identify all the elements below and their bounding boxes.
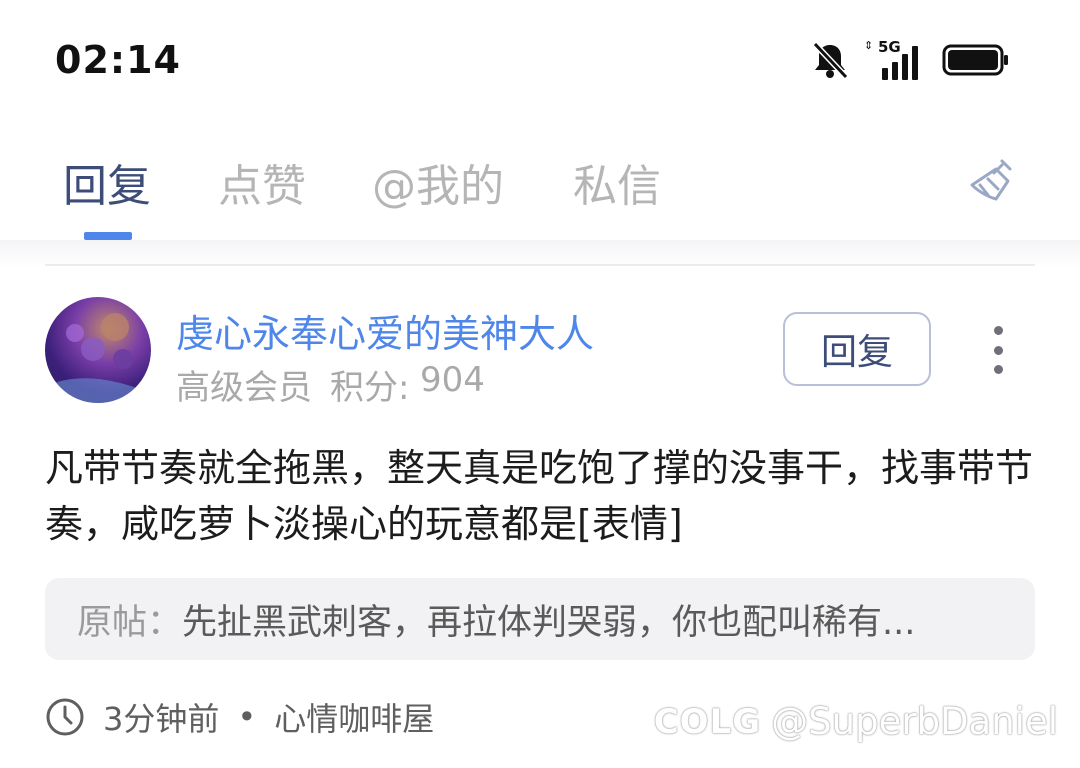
tab-likes[interactable]: 点赞 bbox=[218, 150, 306, 214]
forum-name[interactable]: 心情咖啡屋 bbox=[274, 694, 434, 740]
original-post-quote[interactable]: 原帖： 先扯黑武刺客，再拉体判哭弱，你也配叫稀有... bbox=[45, 578, 1035, 660]
separator-dot: • bbox=[237, 698, 257, 736]
status-bar: 02:14 ⇕ 5G bbox=[0, 0, 1080, 120]
quote-text: 先扯黑武刺客，再拉体判哭弱，你也配叫稀有... bbox=[182, 602, 916, 643]
tab-messages[interactable]: 私信 bbox=[573, 150, 661, 214]
quote-label: 原帖： bbox=[77, 602, 183, 643]
status-time: 02:14 bbox=[55, 38, 181, 82]
avatar-image bbox=[45, 313, 151, 403]
member-rank: 高级会员 bbox=[176, 368, 312, 408]
watermark-logo: COLG bbox=[653, 701, 762, 742]
tab-mentions[interactable]: @我的 bbox=[372, 150, 504, 214]
username[interactable]: 虔心永奉心爱的美神大人 bbox=[176, 303, 594, 358]
score-label: 积分: bbox=[330, 368, 410, 408]
watermark: COLG @SuperbDaniel bbox=[654, 700, 1058, 743]
divider bbox=[45, 264, 1035, 266]
score-value: 904 bbox=[420, 360, 485, 400]
clock-icon bbox=[46, 698, 84, 736]
tab-reply[interactable]: 回复 bbox=[63, 150, 151, 214]
notification-tabs: 回复 点赞 @我的 私信 bbox=[0, 130, 1080, 240]
avatar[interactable] bbox=[45, 297, 151, 403]
reply-footer: 3分钟前 • 心情咖啡屋 bbox=[45, 694, 434, 740]
watermark-handle: @SuperbDaniel bbox=[771, 700, 1058, 743]
bell-muted-icon bbox=[812, 41, 848, 79]
signal-5g-icon: ⇕ 5G bbox=[864, 38, 920, 80]
reply-time: 3分钟前 bbox=[103, 700, 220, 738]
broom-icon[interactable] bbox=[966, 155, 1018, 207]
more-options-icon[interactable] bbox=[984, 326, 1012, 374]
reply-content[interactable]: 凡带节奏就全拖黑，整天真是吃饱了撑的没事干，找事带节奏，咸吃萝卜淡操心的玩意都是… bbox=[45, 440, 1035, 552]
battery-icon bbox=[942, 44, 1008, 76]
active-tab-indicator bbox=[84, 232, 132, 240]
reply-button[interactable]: 回复 bbox=[783, 312, 931, 386]
status-icons: ⇕ 5G bbox=[812, 38, 1010, 80]
